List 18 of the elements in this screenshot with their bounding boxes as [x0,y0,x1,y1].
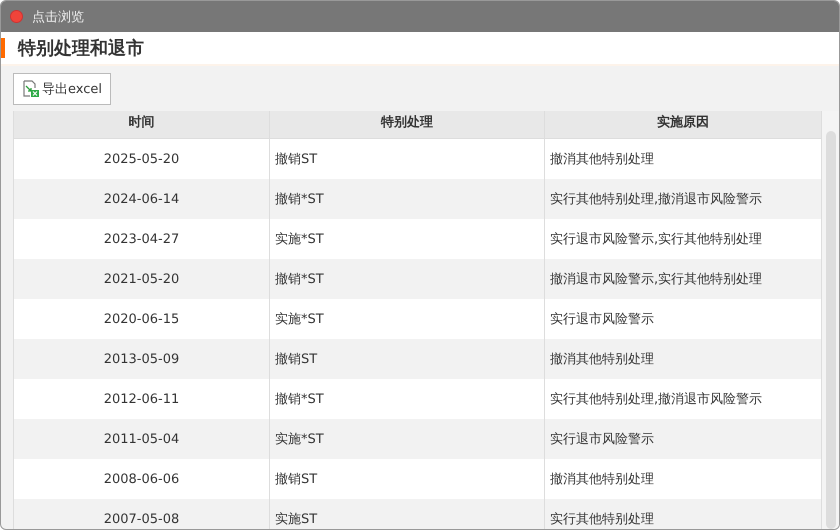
table-cell: 2021-05-20 [14,259,270,299]
column-header: 时间 [14,111,270,138]
column-header: 特别处理 [270,111,545,138]
spreadsheet-export-icon [22,80,40,98]
table-cell: 2013-05-09 [14,339,270,379]
section-heading: 特别处理和退市 [18,37,144,60]
table-cell: 2011-05-04 [14,419,270,459]
table-cell: 撤销*ST [270,259,545,299]
table-cell: 2007-05-08 [14,499,270,529]
table-cell: 实施ST [270,499,545,529]
table-cell: 2024-06-14 [14,179,270,219]
table-cell: 实施*ST [270,419,545,459]
accent-bar [1,38,5,58]
window-title: 点击浏览 [32,8,84,26]
close-button[interactable] [10,10,23,23]
table-cell: 撤销*ST [270,179,545,219]
export-button[interactable]: 导出excel [13,72,111,104]
table-cell: 撤销ST [270,339,545,379]
